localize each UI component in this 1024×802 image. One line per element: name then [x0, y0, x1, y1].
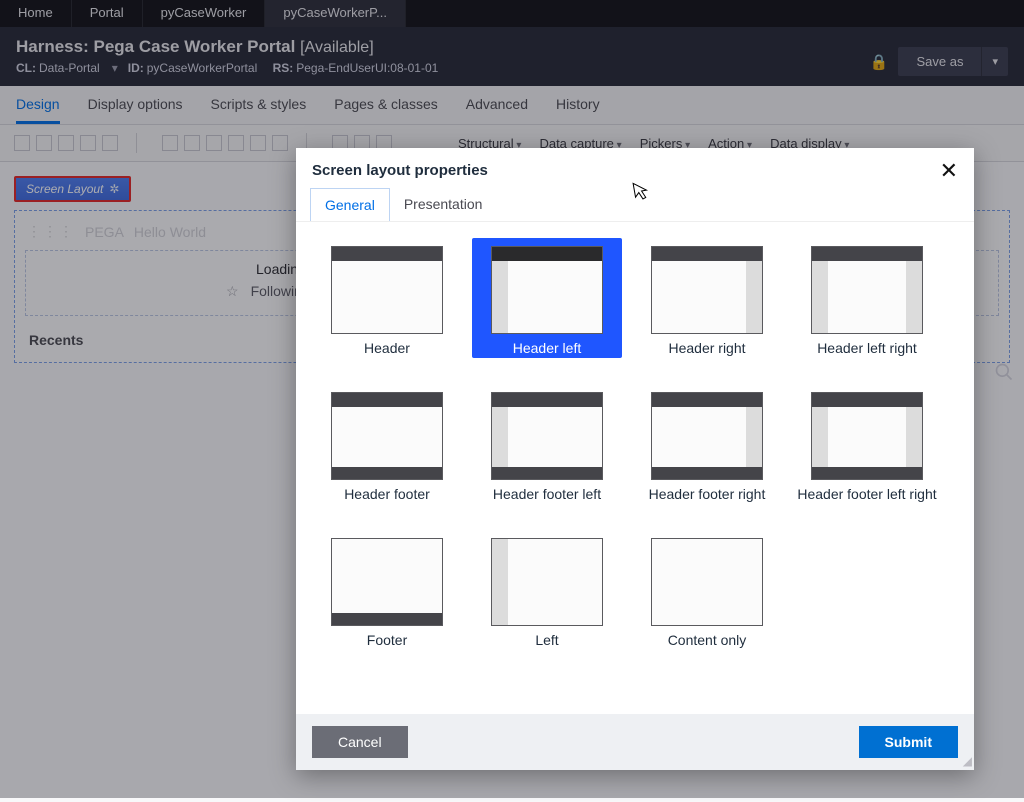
- layout-label: Header left: [476, 340, 618, 356]
- layout-label: Header footer right: [636, 486, 778, 502]
- layout-option-footer[interactable]: Footer: [312, 530, 462, 650]
- layout-option-header_footer_l[interactable]: Header footer left: [472, 384, 622, 504]
- modal-title: Screen layout properties: [312, 162, 488, 179]
- close-icon[interactable]: ✕: [940, 162, 958, 180]
- layout-label: Left: [476, 632, 618, 648]
- layout-label: Header right: [636, 340, 778, 356]
- cancel-button[interactable]: Cancel: [312, 726, 408, 758]
- layout-option-header_footer_r[interactable]: Header footer right: [632, 384, 782, 504]
- modal-tab-general[interactable]: General: [310, 188, 390, 222]
- layout-label: Footer: [316, 632, 458, 648]
- screen-layout-modal: Screen layout properties ✕ General Prese…: [296, 148, 974, 770]
- modal-body: Header Header left Header right Header left…: [296, 221, 974, 714]
- layout-option-content[interactable]: Content only: [632, 530, 782, 650]
- modal-footer: Cancel Submit: [296, 714, 974, 770]
- layout-grid: Header Header left Header right Header left…: [312, 238, 968, 650]
- layout-label: Header footer left right: [796, 486, 938, 502]
- layout-option-header_right[interactable]: Header right: [632, 238, 782, 358]
- layout-label: Header: [316, 340, 458, 356]
- layout-option-left[interactable]: Left: [472, 530, 622, 650]
- layout-option-header_footer[interactable]: Header footer: [312, 384, 462, 504]
- layout-label: Header footer left: [476, 486, 618, 502]
- layout-option-header_left[interactable]: Header left: [472, 238, 622, 358]
- layout-label: Content only: [636, 632, 778, 648]
- layout-option-header[interactable]: Header: [312, 238, 462, 358]
- layout-option-header_footer_lr[interactable]: Header footer left right: [792, 384, 942, 504]
- resize-grip-icon[interactable]: ◢: [963, 754, 972, 768]
- modal-tab-presentation[interactable]: Presentation: [390, 188, 497, 222]
- submit-button[interactable]: Submit: [859, 726, 958, 758]
- layout-label: Header left right: [796, 340, 938, 356]
- layout-label: Header footer: [316, 486, 458, 502]
- layout-option-header_lr[interactable]: Header left right: [792, 238, 942, 358]
